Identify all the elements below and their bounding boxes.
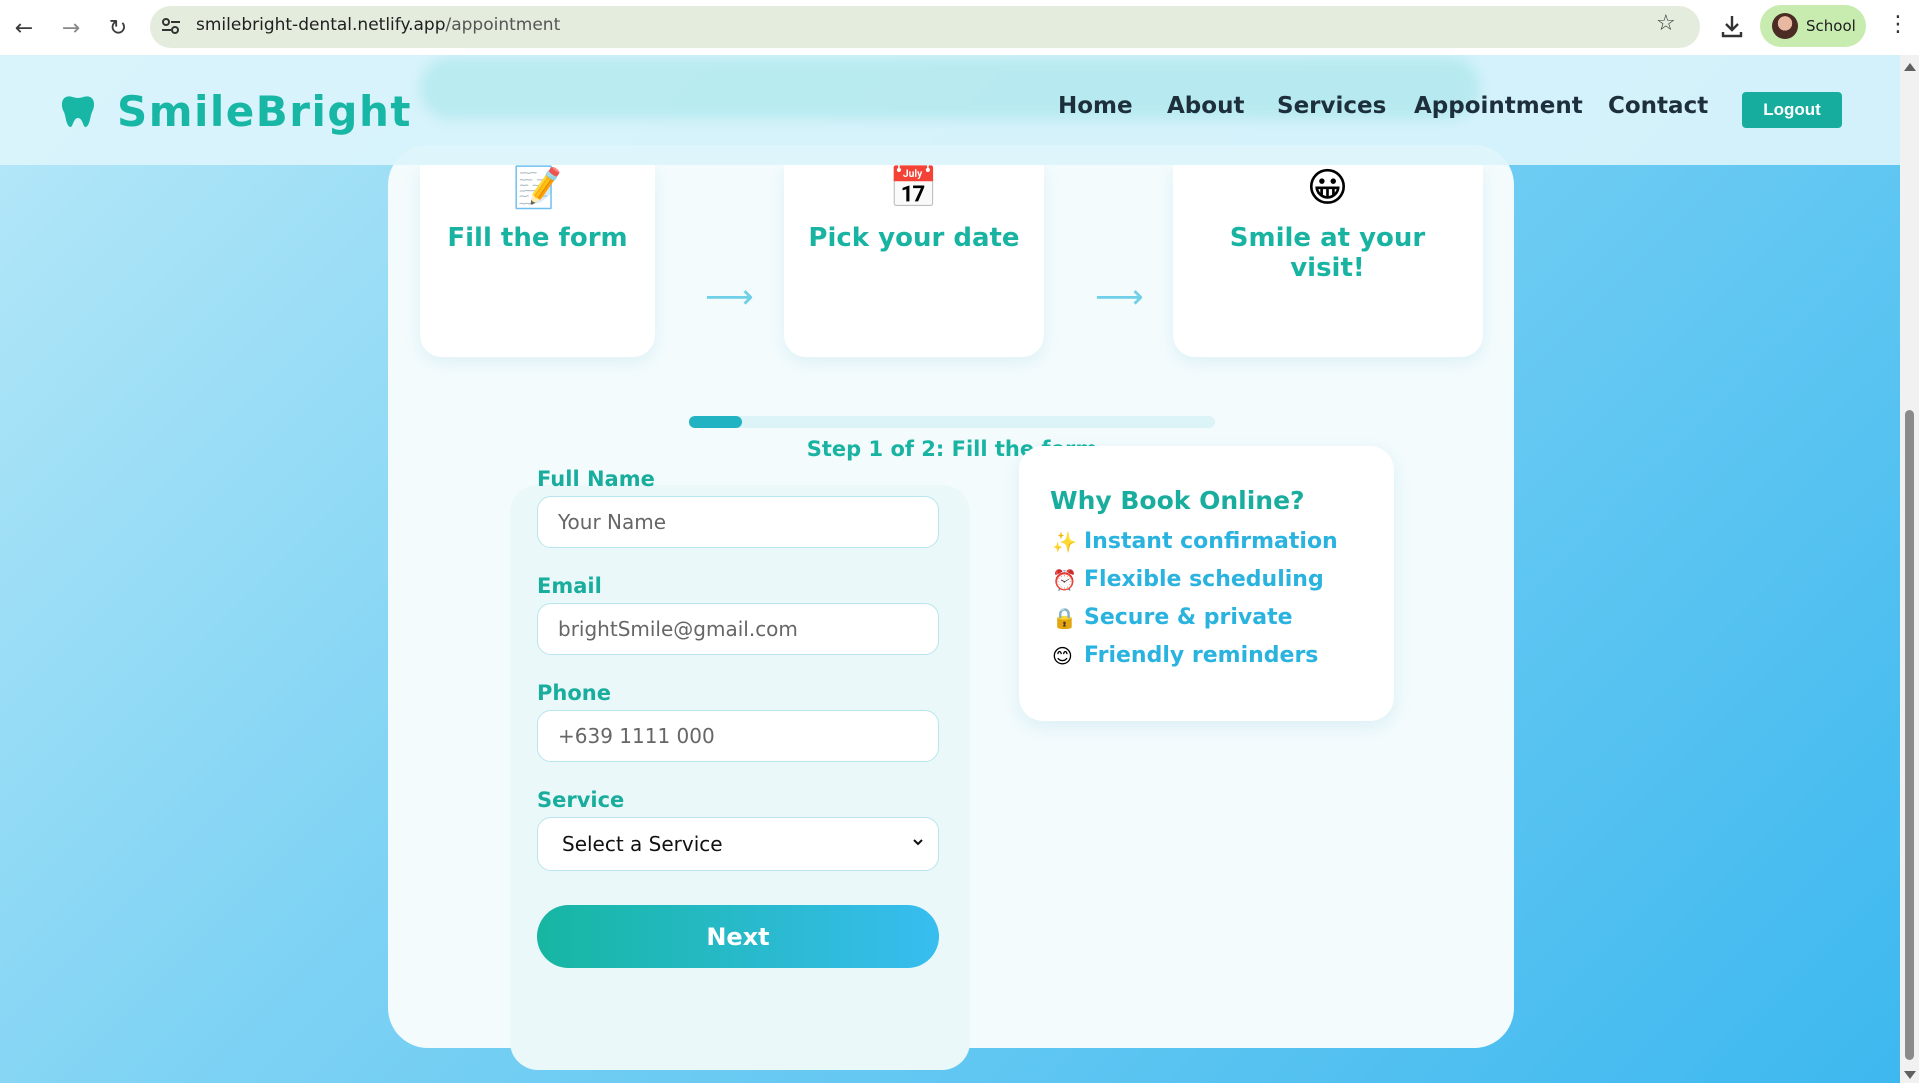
service-select-value: Select a Service (562, 832, 723, 856)
full-name-label: Full Name (537, 467, 655, 491)
smiling-face-icon: 😊 (1052, 643, 1073, 668)
alarm-clock-icon: ⏰ (1052, 567, 1077, 592)
browser-menu-icon[interactable]: ⋮ (1887, 12, 1909, 37)
phone-input[interactable] (537, 710, 939, 762)
url-path: /appointment (445, 15, 561, 35)
appointment-form (510, 485, 970, 1070)
sparkles-icon: ✨ (1052, 529, 1077, 554)
reload-icon[interactable]: ↻ (102, 12, 134, 44)
service-select[interactable]: Select a Service (537, 817, 939, 871)
step-arrow-icon: ⟶ (1095, 277, 1144, 317)
step-arrow-icon: ⟶ (705, 277, 754, 317)
service-label: Service (537, 788, 625, 812)
nav-about[interactable]: About (1167, 93, 1244, 119)
chevron-down-icon (913, 839, 923, 846)
scroll-down-icon[interactable] (1904, 1071, 1916, 1079)
nav-services[interactable]: Services (1277, 93, 1386, 119)
scrollbar-thumb[interactable] (1905, 410, 1914, 1060)
email-input[interactable] (537, 603, 939, 655)
site-header: SmileBright Home About Services Appointm… (0, 55, 1900, 165)
bookmark-star-icon[interactable]: ☆ (1656, 11, 1676, 36)
why-item: ⏰ Flexible scheduling (1052, 567, 1324, 592)
page-scrollbar[interactable] (1900, 55, 1919, 1083)
step-label-smile: Smile at your visit! (1229, 223, 1426, 283)
brand-name[interactable]: SmileBright (117, 87, 412, 136)
profile-chip[interactable]: School (1760, 5, 1866, 47)
step-label-pick-date: Pick your date (808, 223, 1020, 253)
url-host: smilebright-dental.netlify.app (196, 15, 446, 35)
nav-home[interactable]: Home (1058, 93, 1133, 119)
memo-icon: 📝 (512, 165, 563, 211)
why-item: 🔒 Secure & private (1052, 605, 1293, 630)
progress-track (689, 416, 1215, 428)
avatar (1772, 13, 1798, 39)
why-item-text: Instant confirmation (1084, 529, 1338, 554)
tooth-icon[interactable] (58, 91, 98, 131)
why-item: ✨ Instant confirmation (1052, 529, 1338, 554)
browser-toolbar: ← → ↻ smilebright-dental.netlify.app/app… (0, 0, 1919, 55)
back-icon[interactable]: ← (8, 12, 40, 44)
why-item-text: Flexible scheduling (1084, 567, 1324, 592)
lock-icon: 🔒 (1052, 605, 1077, 630)
logout-button[interactable]: Logout (1742, 92, 1842, 128)
url-text[interactable]: smilebright-dental.netlify.app/appointme… (196, 15, 560, 35)
full-name-input[interactable] (537, 496, 939, 548)
why-item: 😊 Friendly reminders (1052, 643, 1318, 668)
next-button[interactable]: Next (537, 905, 939, 968)
progress-fill (689, 416, 742, 428)
download-icon[interactable] (1718, 12, 1746, 40)
forward-icon[interactable]: → (55, 12, 87, 44)
grinning-face-icon: 😀 (1306, 165, 1349, 211)
profile-label: School (1806, 17, 1856, 35)
nav-appointment[interactable]: Appointment (1414, 93, 1583, 119)
why-item-text: Secure & private (1084, 605, 1293, 630)
why-book-online-title: Why Book Online? (1050, 486, 1305, 515)
why-item-text: Friendly reminders (1084, 643, 1319, 668)
step-label-fill-form: Fill the form (447, 223, 628, 253)
nav-contact[interactable]: Contact (1608, 93, 1708, 119)
email-label: Email (537, 574, 602, 598)
calendar-icon: 📅 (888, 165, 939, 211)
scroll-up-icon[interactable] (1904, 63, 1916, 71)
site-settings-icon[interactable] (160, 15, 182, 37)
page-viewport: 📝 📅 😀 Fill the form Pick your date Smile… (0, 55, 1900, 1083)
phone-label: Phone (537, 681, 611, 705)
